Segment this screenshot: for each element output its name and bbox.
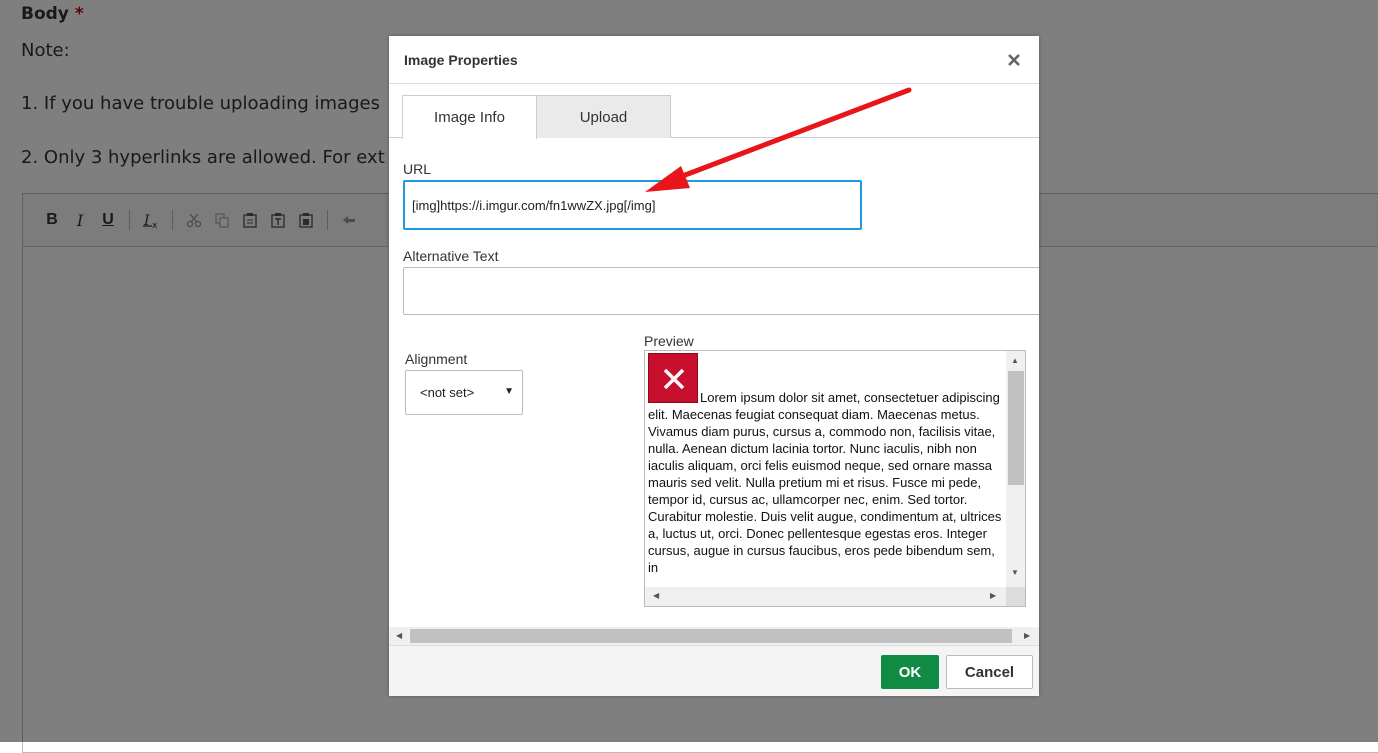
dialog-title: Image Properties — [404, 52, 518, 68]
preview-vertical-scrollbar[interactable]: ▲ ▼ — [1006, 351, 1025, 590]
tab-image-info[interactable]: Image Info — [402, 95, 537, 139]
alt-text-input[interactable] — [403, 267, 1039, 315]
scrollbar-corner — [1006, 587, 1025, 606]
broken-image-icon — [648, 353, 698, 403]
dialog-title-bar: Image Properties — [389, 36, 1039, 84]
scroll-left-icon[interactable]: ◀ — [396, 631, 402, 640]
image-properties-dialog: Image Properties Image Info Upload URL A… — [389, 36, 1039, 696]
preview-text: Lorem ipsum dolor sit amet, consectetuer… — [648, 390, 1002, 575]
dialog-footer: OK Cancel — [389, 645, 1039, 696]
close-icon[interactable] — [1005, 49, 1023, 69]
scroll-down-icon[interactable]: ▼ — [1011, 568, 1019, 577]
preview-label: Preview — [644, 333, 694, 349]
preview-content: Lorem ipsum dolor sit amet, consectetuer… — [648, 353, 1006, 576]
alt-text-label: Alternative Text — [403, 248, 499, 264]
alignment-select[interactable]: <not set> ▼ — [405, 370, 523, 415]
alignment-value: <not set> — [420, 385, 475, 400]
url-label: URL — [403, 161, 432, 177]
dialog-tabs: Image Info Upload — [389, 84, 1039, 139]
dropdown-arrow-icon: ▼ — [504, 386, 514, 397]
alignment-label: Alignment — [405, 351, 468, 367]
preview-horizontal-scrollbar[interactable]: ◀ ▶ — [645, 587, 1007, 606]
preview-box: Lorem ipsum dolor sit amet, consectetuer… — [644, 350, 1026, 607]
scroll-up-icon[interactable]: ▲ — [1011, 356, 1019, 365]
scroll-right-icon[interactable]: ▶ — [1024, 631, 1030, 640]
scroll-right-icon[interactable]: ▶ — [990, 591, 996, 600]
scroll-left-icon[interactable]: ◀ — [653, 591, 659, 600]
preview-scroll-thumb[interactable] — [1008, 371, 1024, 485]
dialog-scroll-thumb[interactable] — [410, 629, 1012, 643]
cancel-button[interactable]: Cancel — [946, 655, 1033, 689]
url-input[interactable] — [403, 180, 862, 230]
dialog-horizontal-scrollbar[interactable]: ◀ ▶ — [389, 627, 1039, 645]
ok-button[interactable]: OK — [881, 655, 939, 689]
tab-upload[interactable]: Upload — [536, 95, 671, 138]
